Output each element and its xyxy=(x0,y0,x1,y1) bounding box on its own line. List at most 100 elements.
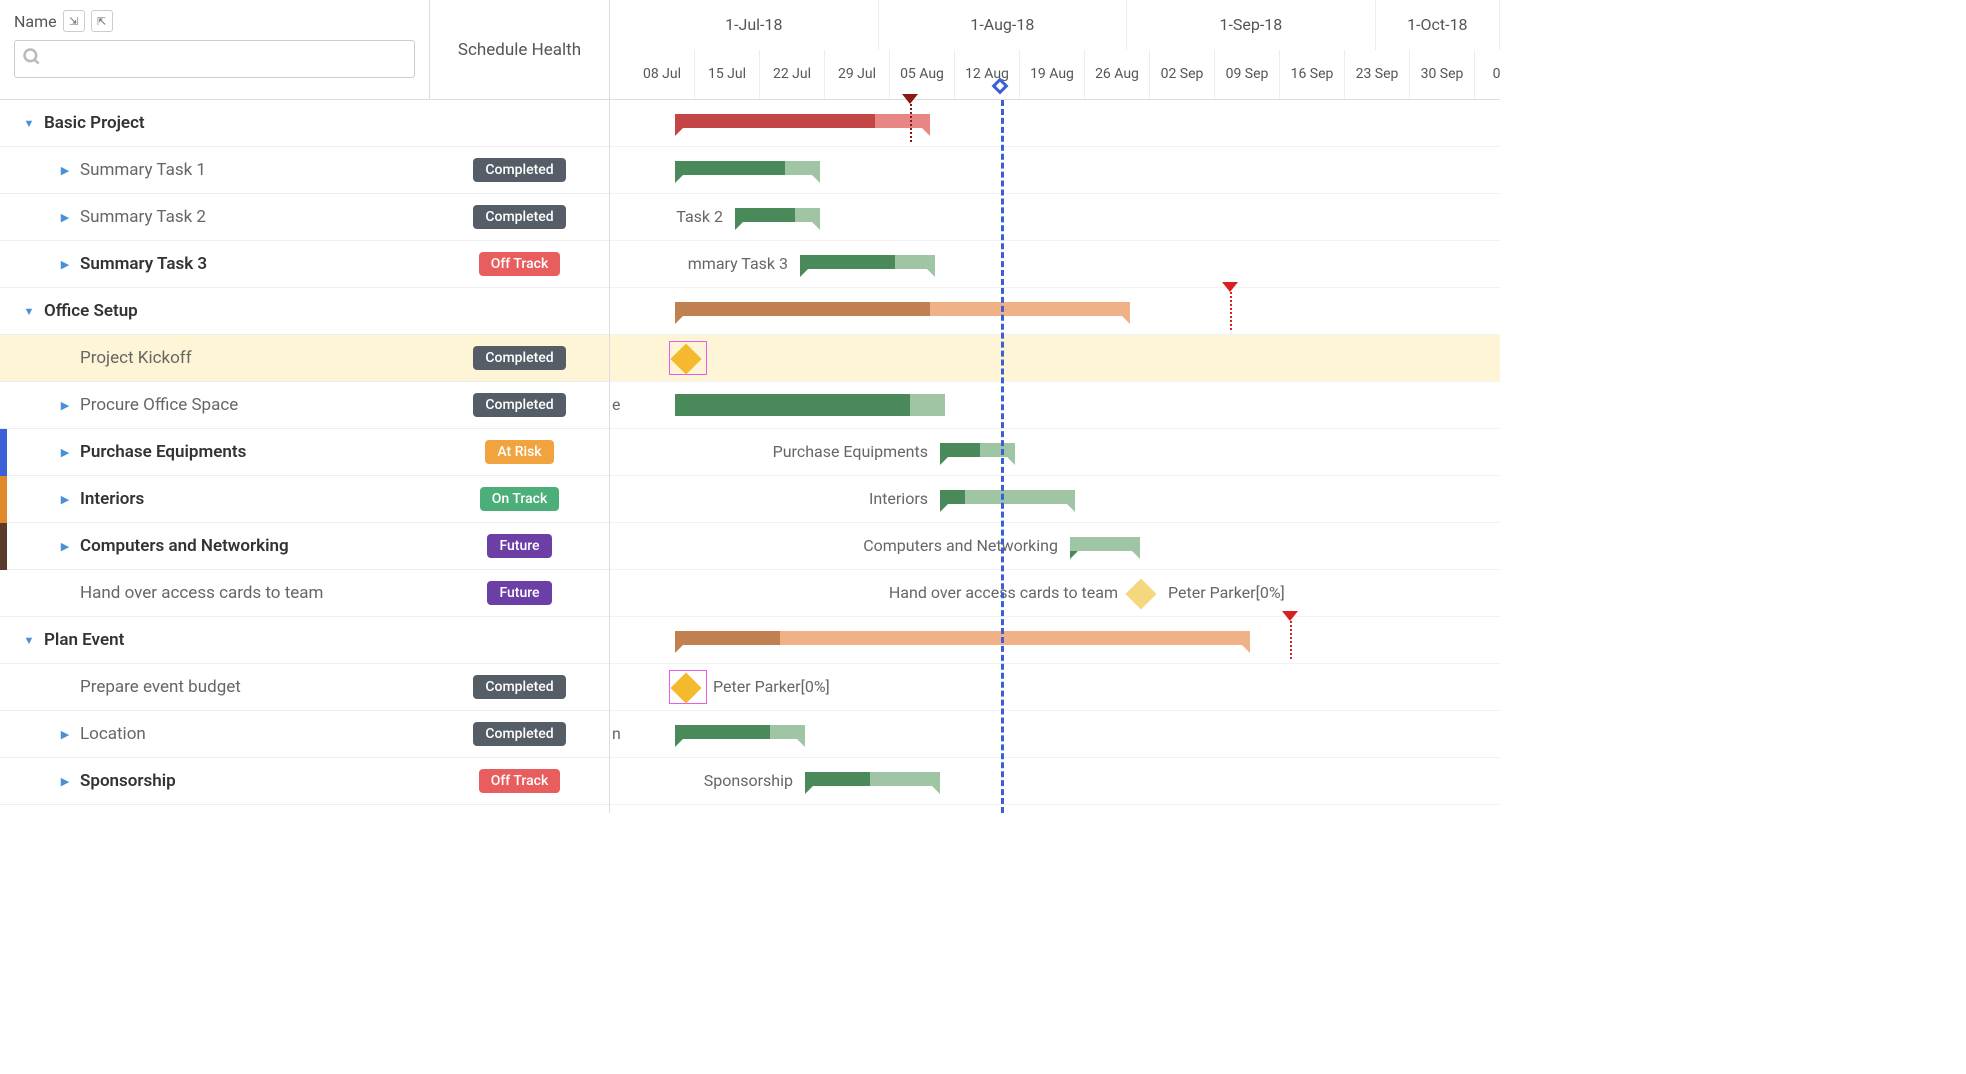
collapse-icon[interactable]: ⇲ xyxy=(63,10,85,32)
week-cell[interactable]: 05 Aug xyxy=(890,50,955,100)
health-badge: Completed xyxy=(473,205,565,229)
week-cell[interactable]: 22 Jul xyxy=(760,50,825,100)
task-list-panel: Name ⇲ ⇱ Schedule Health ▼Basic Project▶… xyxy=(0,0,610,813)
health-column-label: Schedule Health xyxy=(430,0,609,99)
task-name: Sponsorship xyxy=(80,771,176,791)
task-name: Summary Task 2 xyxy=(80,207,206,227)
week-cell[interactable]: 26 Aug xyxy=(1085,50,1150,100)
task-row[interactable]: ▼Plan Event xyxy=(0,617,609,664)
task-row[interactable]: ▶ Summary Task 2 Completed xyxy=(0,194,609,241)
task-name: Interiors xyxy=(80,489,144,509)
deadline-line xyxy=(910,104,912,142)
gantt-row[interactable]: e xyxy=(610,382,1500,429)
today-line xyxy=(1001,100,1004,813)
search-input[interactable] xyxy=(14,40,415,78)
task-row[interactable]: ▶ Purchase Equipments At Risk xyxy=(0,429,609,476)
task-row[interactable]: ▶ Interiors On Track xyxy=(0,476,609,523)
task-row[interactable]: ▶ Summary Task 3 Off Track xyxy=(0,241,609,288)
month-cell: 1-Aug-18 xyxy=(879,0,1128,50)
week-cell[interactable]: 16 Sep xyxy=(1280,50,1345,100)
chevron-right-icon[interactable]: ▶ xyxy=(58,446,72,459)
health-badge: Off Track xyxy=(479,252,561,276)
chevron-right-icon[interactable]: ▶ xyxy=(58,258,72,271)
chevron-down-icon[interactable]: ▼ xyxy=(22,305,36,318)
gantt-row[interactable]: Sponsorship xyxy=(610,758,1500,805)
week-cell[interactable]: 12 Aug xyxy=(955,50,1020,100)
task-row[interactable]: ▶Hand over access cards to teamFuture xyxy=(0,570,609,617)
task-name: Purchase Equipments xyxy=(80,442,246,462)
bar-label: mmary Task 3 xyxy=(688,254,788,273)
gantt-row[interactable] xyxy=(610,288,1500,335)
week-cell[interactable]: 09 Sep xyxy=(1215,50,1280,100)
task-name: Office Setup xyxy=(44,301,138,321)
month-cell: 1-Sep-18 xyxy=(1127,0,1376,50)
health-badge: Completed xyxy=(473,158,565,182)
week-cell[interactable]: 15 Jul xyxy=(695,50,760,100)
category-marker xyxy=(0,523,7,570)
chevron-down-icon[interactable]: ▼ xyxy=(22,634,36,647)
gantt-row[interactable]: Computers and Networking xyxy=(610,523,1500,570)
gantt-row[interactable] xyxy=(610,617,1500,664)
deadline-line xyxy=(1230,292,1232,330)
task-name: Summary Task 1 xyxy=(80,160,206,180)
week-cell[interactable]: 08 Jul xyxy=(630,50,695,100)
chevron-right-icon[interactable]: ▶ xyxy=(58,775,72,788)
task-row[interactable]: ▶SponsorshipOff Track xyxy=(0,758,609,805)
gantt-row[interactable]: n xyxy=(610,711,1500,758)
gantt-row[interactable]: Purchase Equipments xyxy=(610,429,1500,476)
health-badge: Future xyxy=(487,534,551,558)
chevron-right-icon[interactable]: ▶ xyxy=(58,493,72,506)
chevron-right-icon[interactable]: ▶ xyxy=(58,540,72,553)
week-cell[interactable]: 30 Sep xyxy=(1410,50,1475,100)
deadline-line xyxy=(1290,621,1292,659)
task-row[interactable]: ▶Prepare event budgetCompleted xyxy=(0,664,609,711)
category-marker xyxy=(0,476,7,523)
search-icon xyxy=(22,47,42,71)
task-name: Prepare event budget xyxy=(80,677,241,697)
task-row[interactable]: ▶Procure Office SpaceCompleted xyxy=(0,382,609,429)
gantt-row[interactable]: Interiors xyxy=(610,476,1500,523)
resource-label: Peter Parker[0%] xyxy=(713,677,830,696)
month-cell: 1-Oct-18 xyxy=(1376,0,1500,50)
gantt-row[interactable]: Task 2 xyxy=(610,194,1500,241)
task-row[interactable]: ▶ Summary Task 1 Completed xyxy=(0,147,609,194)
week-cell[interactable]: 23 Sep xyxy=(1345,50,1410,100)
task-name: Location xyxy=(80,724,146,744)
gantt-row[interactable]: Hand over access cards to teamPeter Park… xyxy=(610,570,1500,617)
task-name: Project Kickoff xyxy=(80,348,192,368)
gantt-row[interactable]: mmary Task 3 xyxy=(610,241,1500,288)
health-badge: At Risk xyxy=(485,440,553,464)
month-cell: 1-Jul-18 xyxy=(630,0,879,50)
task-row[interactable]: ▶Computers and NetworkingFuture xyxy=(0,523,609,570)
task-name: Basic Project xyxy=(44,113,145,133)
task-row[interactable]: ▶LocationCompleted xyxy=(0,711,609,758)
chevron-right-icon[interactable]: ▶ xyxy=(58,211,72,224)
gantt-row[interactable] xyxy=(610,147,1500,194)
health-badge: On Track xyxy=(480,487,560,511)
week-cell[interactable]: 29 Jul xyxy=(825,50,890,100)
expand-icon[interactable]: ⇱ xyxy=(91,10,113,32)
task-row[interactable]: ▼ Basic Project xyxy=(0,100,609,147)
gantt-row[interactable] xyxy=(610,335,1500,382)
week-cell[interactable]: 02 Sep xyxy=(1150,50,1215,100)
week-cell[interactable]: 07 O xyxy=(1475,50,1500,100)
health-badge: Completed xyxy=(473,346,565,370)
chevron-down-icon[interactable]: ▼ xyxy=(22,117,36,130)
task-row[interactable]: ▼ Office Setup xyxy=(0,288,609,335)
chevron-right-icon[interactable]: ▶ xyxy=(58,164,72,177)
bar-label: Interiors xyxy=(869,489,928,508)
chevron-right-icon[interactable]: ▶ xyxy=(58,728,72,741)
bar-label: Purchase Equipments xyxy=(773,442,928,461)
milestone-icon[interactable] xyxy=(1125,578,1156,609)
timeline-header: 1-Jul-181-Aug-181-Sep-181-Oct-18 08 Jul1… xyxy=(610,0,1500,100)
week-cell[interactable]: 19 Aug xyxy=(1020,50,1085,100)
task-row[interactable]: ▶Project KickoffCompleted xyxy=(0,335,609,382)
gantt-row[interactable]: Peter Parker[0%] xyxy=(610,664,1500,711)
bar-label: Sponsorship xyxy=(704,771,793,790)
task-name: Summary Task 3 xyxy=(80,254,207,274)
health-badge: Completed xyxy=(473,393,565,417)
chevron-right-icon[interactable]: ▶ xyxy=(58,399,72,412)
gantt-row[interactable] xyxy=(610,100,1500,147)
health-badge: Future xyxy=(487,581,551,605)
bar-label: e xyxy=(612,395,620,414)
